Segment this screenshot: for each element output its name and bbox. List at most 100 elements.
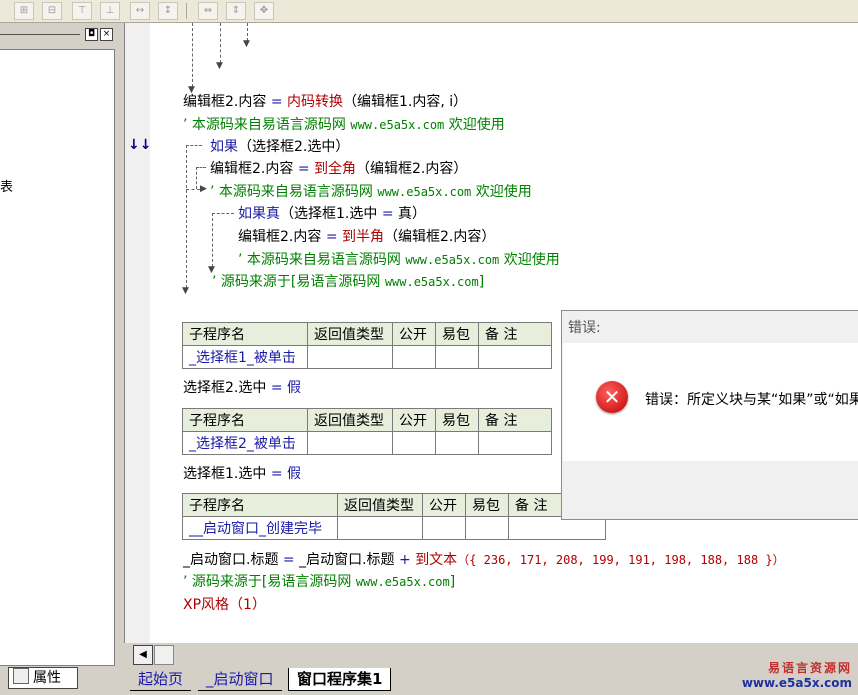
header-public: 公开 <box>392 322 436 346</box>
comment-text: ’ 本源码来自易语言源码网 <box>238 252 406 268</box>
align-center-icon[interactable]: ⊟ <box>42 2 62 20</box>
code-op: = <box>282 552 295 568</box>
flow-line <box>186 189 200 190</box>
same-height-icon[interactable]: ⇕ <box>226 2 246 20</box>
align-left-icon[interactable]: ⊞ <box>14 2 34 20</box>
tab-window-set[interactable]: 窗口程序集1 <box>288 668 392 691</box>
table-header-row: 子程序名 返回值类型 公开 易包 备 注 <box>182 493 606 517</box>
code-var: 编辑框2.内容 <box>183 94 267 110</box>
flow-line <box>220 23 221 63</box>
dialog-body: ✕ 错误：所定义块与某“如果”或“如果真 <box>563 343 858 461</box>
tab-startup-window[interactable]: _启动窗口 <box>198 668 282 691</box>
cell[interactable] <box>307 345 393 369</box>
cell[interactable] <box>435 431 479 455</box>
error-dialog: 错误: ✕ 错误：所定义块与某“如果”或“如果真 <box>561 310 858 520</box>
code-args: （编辑框1.内容, i） <box>343 94 468 110</box>
comment-url: www.e5a5x.com <box>377 185 472 199</box>
subroutine-name[interactable]: _选择框1_被单击 <box>182 345 308 369</box>
comment-url: www.e5a5x.com <box>355 575 450 589</box>
align-top-icon[interactable]: ⊤ <box>72 2 92 20</box>
code-op: = <box>270 94 283 110</box>
code-op: = <box>270 380 283 396</box>
code-args: （选择框1.选中 <box>280 206 382 222</box>
watermark: 易语言资源网 www.e5a5x.com <box>742 661 852 691</box>
h-space-icon[interactable]: ↔ <box>130 2 150 20</box>
dialog-message: 错误：所定义块与某“如果”或“如果真 <box>645 392 858 408</box>
comment-text: ’ 源码来源于[易语言源码网 <box>212 274 385 290</box>
close-icon[interactable]: × <box>100 28 113 41</box>
header-return: 返回值类型 <box>337 493 423 517</box>
tab-properties[interactable]: 属性 <box>8 667 78 689</box>
cell[interactable] <box>465 516 509 540</box>
comment-suffix: 欢迎使用 <box>471 184 532 200</box>
cell[interactable] <box>478 345 552 369</box>
flow-line <box>196 167 197 189</box>
code-var: _启动窗口.标题 <box>183 552 279 568</box>
code-line: 如果真（选择框1.选中 = 真） <box>238 203 426 223</box>
code-op: + <box>399 552 411 568</box>
header-easy: 易包 <box>435 322 479 346</box>
cell[interactable] <box>337 516 423 540</box>
table-row[interactable]: _选择框1_被单击 <box>182 345 552 369</box>
cell[interactable] <box>422 516 466 540</box>
code-line: 编辑框2.内容 = 到全角（编辑框2.内容） <box>210 158 467 178</box>
code-args: （{ 236, 171, 208, 199, 191, 198, 188, 18… <box>457 553 785 567</box>
scroll-right-button[interactable] <box>154 645 174 665</box>
cell[interactable] <box>307 431 393 455</box>
alignment-toolbar: ⊞ ⊟ ⊤ ⊥ ↔ ↕ ⇔ ⇕ ✥ <box>0 0 858 23</box>
cell[interactable] <box>478 431 552 455</box>
scroll-left-icon[interactable]: ◀ <box>133 645 153 665</box>
subroutine-table: 子程序名 返回值类型 公开 易包 备 注 _选择框2_被单击 <box>182 408 552 455</box>
error-icon: ✕ <box>596 381 628 413</box>
code-line: 编辑框2.内容 = 内码转换（编辑框1.内容, i） <box>183 91 467 111</box>
panel-grip <box>0 34 80 35</box>
cell[interactable] <box>392 345 436 369</box>
code-fn: 到全角 <box>314 161 356 177</box>
code-op: = <box>270 466 283 482</box>
code-op: = <box>325 229 338 245</box>
dialog-title: 错误: <box>568 320 601 336</box>
code-value: 真） <box>393 206 426 222</box>
table-header-row: 子程序名 返回值类型 公开 易包 备 注 <box>182 408 552 432</box>
header-public: 公开 <box>422 493 466 517</box>
header-return: 返回值类型 <box>307 322 393 346</box>
subroutine-table: 子程序名 返回值类型 公开 易包 备 注 __启动窗口_创建完毕 <box>182 493 606 540</box>
comment-suffix: ] <box>478 274 485 290</box>
flow-line <box>186 145 187 288</box>
table-row[interactable]: _选择框2_被单击 <box>182 431 552 455</box>
cell[interactable] <box>392 431 436 455</box>
comment-suffix: 欢迎使用 <box>444 117 505 133</box>
code-var: _启动窗口.标题 <box>299 552 395 568</box>
comment-suffix: 欢迎使用 <box>499 252 560 268</box>
v-space-icon[interactable]: ↕ <box>158 2 178 20</box>
code-value: 假 <box>287 466 301 482</box>
cell[interactable] <box>435 345 479 369</box>
header-note: 备 注 <box>478 322 552 346</box>
table-row[interactable]: __启动窗口_创建完毕 <box>182 516 606 540</box>
panel-title-bar: ◘ × <box>0 25 118 43</box>
code-args: （编辑框2.内容） <box>356 161 468 177</box>
header-name: 子程序名 <box>182 493 338 517</box>
same-width-icon[interactable]: ⇔ <box>198 2 218 20</box>
code-op: = <box>381 206 394 222</box>
center-icon[interactable]: ✥ <box>254 2 274 20</box>
flow-arrow: ▼ <box>182 286 189 296</box>
flow-line <box>186 145 202 146</box>
flow-line <box>196 167 206 168</box>
subroutine-name[interactable]: _选择框2_被单击 <box>182 431 308 455</box>
code-fn: 到半角 <box>342 229 384 245</box>
subroutine-name[interactable]: __启动窗口_创建完毕 <box>182 516 338 540</box>
watermark-url: www.e5a5x.com <box>741 676 852 690</box>
align-middle-icon[interactable]: ⊥ <box>100 2 120 20</box>
header-public: 公开 <box>392 408 436 432</box>
code-fn: 到文本 <box>415 552 458 568</box>
panel-truncated-text: 表 <box>0 180 14 195</box>
tab-start-page[interactable]: 起始页 <box>130 668 192 691</box>
flow-arrow: ▼ <box>216 61 223 71</box>
header-note: 备 注 <box>478 408 552 432</box>
code-comment: ’ 源码来源于[易语言源码网 www.e5a5x.com] <box>212 271 484 291</box>
code-args: （选择框2.选中） <box>238 139 350 155</box>
restore-icon[interactable]: ◘ <box>85 28 98 41</box>
code-value: 假 <box>287 380 301 396</box>
code-var: 选择框2.选中 <box>183 380 267 396</box>
